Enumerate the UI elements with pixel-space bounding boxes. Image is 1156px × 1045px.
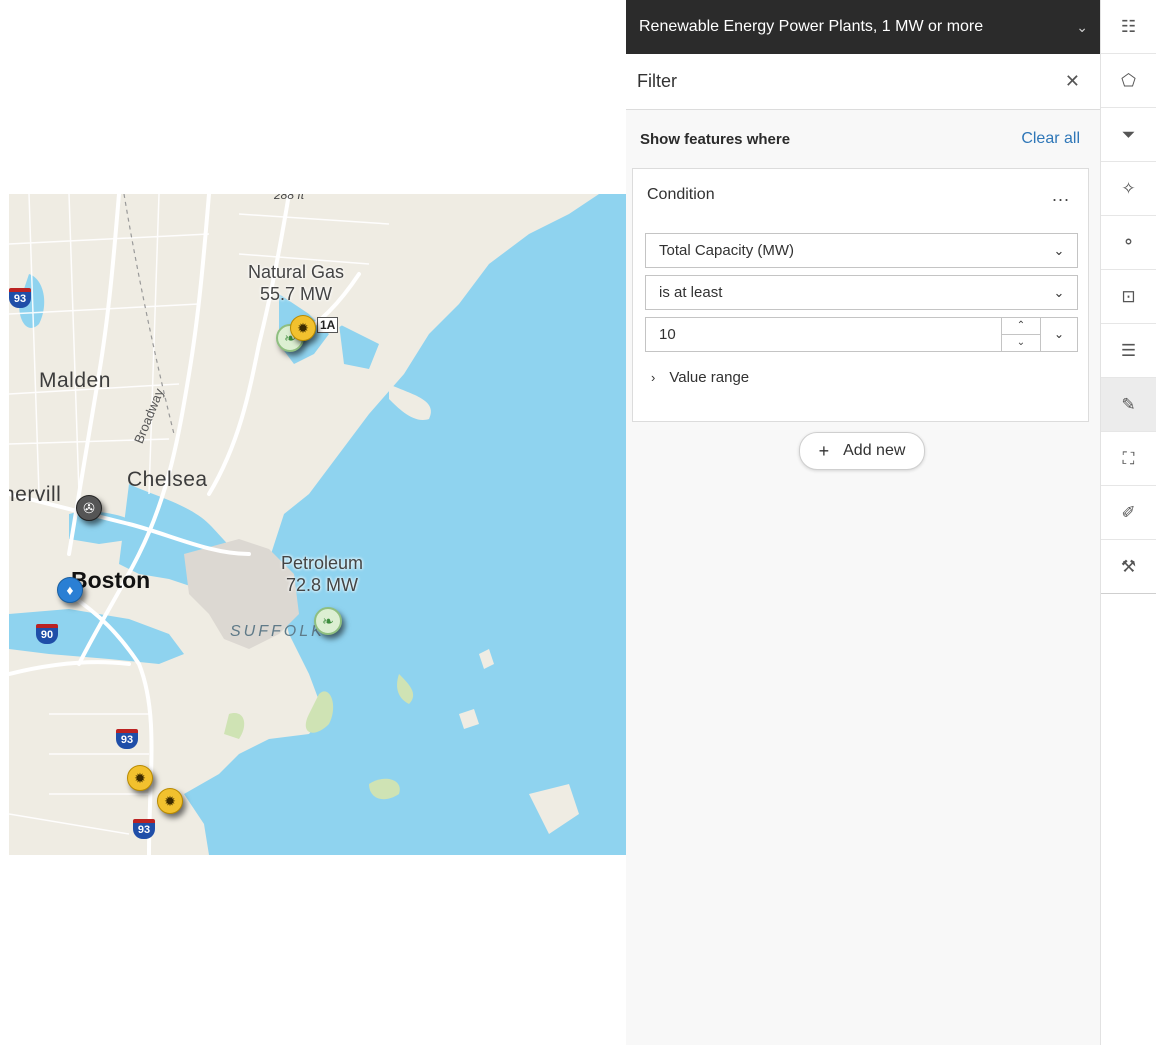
water-drop-icon: ♦	[66, 582, 74, 598]
field-select-value: Total Capacity (MW)	[659, 242, 795, 259]
exit-1a-badge: 1A	[317, 317, 339, 333]
leaf-icon: ❧	[322, 613, 334, 629]
map-view[interactable]: 288 ft Malden Chelsea nervill Boston SUF…	[9, 194, 626, 855]
place-label-somerville: nervill	[9, 483, 62, 506]
chevron-down-icon: ⌄	[1076, 18, 1088, 35]
value-range-toggle[interactable]: › Value range	[651, 369, 749, 386]
popup-petroleum[interactable]: Petroleum 72.8 MW	[281, 552, 363, 596]
popup-natural-gas-type: Natural Gas	[248, 262, 345, 282]
place-label-chelsea: Chelsea	[127, 468, 208, 491]
value-dropdown-chevron-icon[interactable]: ⌄	[1040, 318, 1077, 351]
chevron-down-icon[interactable]: ⌄	[1002, 335, 1040, 351]
filter-icon[interactable]: ⏷	[1101, 108, 1156, 162]
popup-petroleum-capacity: 72.8 MW	[286, 575, 359, 595]
operator-select-value: is at least	[659, 284, 723, 301]
number-stepper[interactable]: ⌃ ⌄	[1001, 318, 1040, 351]
interstate-90-shield: 90	[36, 624, 58, 644]
add-new-button[interactable]: + Add new	[799, 432, 925, 470]
show-features-row: Show features where Clear all	[626, 110, 1100, 168]
layer-title: Renewable Energy Power Plants, 1 MW or m…	[639, 18, 984, 35]
place-label-malden: Malden	[39, 369, 111, 392]
chevron-down-icon: ⌄	[1053, 242, 1065, 258]
value-range-label: Value range	[669, 369, 750, 386]
clear-all-link[interactable]: Clear all	[1021, 130, 1080, 148]
popup-natural-gas-capacity: 55.7 MW	[260, 284, 333, 304]
solar-plant-marker[interactable]: ✹	[127, 765, 153, 791]
popups-icon[interactable]: ⊡	[1101, 270, 1156, 324]
condition-header: Condition ...	[633, 169, 1088, 221]
properties-icon[interactable]: ☷	[1101, 0, 1156, 54]
tools-icon[interactable]: ⚒	[1101, 540, 1156, 594]
condition-card: Condition ... Total Capacity (MW) ⌄ is a…	[632, 168, 1089, 422]
sun-icon: ✹	[134, 770, 146, 786]
clustering-icon[interactable]: ⚬	[1101, 216, 1156, 270]
filter-panel: Renewable Energy Power Plants, 1 MW or m…	[626, 0, 1101, 1045]
field-select[interactable]: Total Capacity (MW) ⌄	[645, 233, 1078, 268]
close-icon[interactable]: ✕	[1065, 71, 1080, 92]
elevation-label: 288 ft	[274, 194, 305, 202]
value-input-text: 10	[659, 326, 676, 343]
chevron-down-icon: ⌄	[1053, 284, 1065, 300]
configure-fields-icon[interactable]: ⛶	[1101, 432, 1156, 486]
chevron-up-icon[interactable]: ⌃	[1002, 318, 1040, 335]
filter-header: Filter ✕	[626, 54, 1100, 110]
show-features-label: Show features where	[640, 130, 791, 148]
layer-selector[interactable]: Renewable Energy Power Plants, 1 MW or m…	[626, 0, 1100, 54]
styles-icon[interactable]: ⬠	[1101, 54, 1156, 108]
interstate-93-shield: 93	[9, 288, 31, 308]
popup-petroleum-type: Petroleum	[281, 553, 364, 573]
chevron-right-icon: ›	[651, 370, 656, 385]
settings-rail: ☷ ⬠ ⏷ ✧ ⚬ ⊡ ☰ ✎ ⛶ ✐ ⚒	[1101, 0, 1156, 1045]
effects-icon[interactable]: ✧	[1101, 162, 1156, 216]
sun-icon: ✹	[164, 793, 176, 809]
popup-natural-gas[interactable]: Natural Gas 55.7 MW	[248, 261, 344, 305]
place-label-suffolk: SUFFOLK	[230, 623, 325, 640]
more-options-icon[interactable]: ...	[1052, 185, 1070, 206]
solar-plant-marker[interactable]: ✹	[290, 315, 316, 341]
condition-title: Condition	[647, 186, 715, 203]
wind-turbine-icon: ✇	[83, 500, 95, 516]
plus-icon: +	[818, 440, 830, 461]
sketch-icon[interactable]: ✐	[1101, 486, 1156, 540]
biomass-plant-marker[interactable]: ❧	[314, 607, 342, 635]
wind-plant-marker[interactable]: ✇	[76, 495, 102, 521]
value-input[interactable]: 10 ⌃ ⌄ ⌄	[645, 317, 1078, 352]
operator-select[interactable]: is at least ⌄	[645, 275, 1078, 310]
filter-title: Filter	[637, 71, 677, 91]
solar-plant-marker[interactable]: ✹	[157, 788, 183, 814]
hydro-plant-marker[interactable]: ♦	[57, 577, 83, 603]
sun-icon: ✹	[297, 320, 309, 336]
labels-icon[interactable]: ☰	[1101, 324, 1156, 378]
interstate-93-shield: 93	[116, 729, 138, 749]
add-new-label: Add new	[843, 442, 906, 459]
interstate-93-shield: 93	[133, 819, 155, 839]
edit-icon[interactable]: ✎	[1101, 378, 1156, 432]
